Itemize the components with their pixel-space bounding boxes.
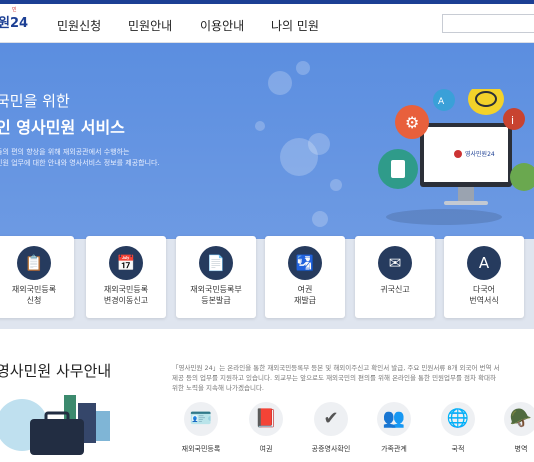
registration-form-icon: 📋 xyxy=(17,246,51,280)
hero-title-line1: 국민을 위한 xyxy=(0,92,70,110)
service-passport[interactable]: 📕 여권 xyxy=(242,402,290,460)
logo-number: 24 xyxy=(9,16,29,31)
decorative-bubble xyxy=(330,179,342,191)
header: 민 원24 민원신청 민원안내 이용안내 나의 민원 xyxy=(0,4,534,43)
service-label: 국적 xyxy=(451,445,465,453)
briefcase-icon xyxy=(30,419,84,455)
nav-my-applications[interactable]: 나의 민원 xyxy=(271,17,319,34)
translation-icon: A xyxy=(467,246,501,280)
service-label: 가족관계 xyxy=(381,445,407,453)
card-passport-reissue[interactable]: 🛂 여권 재발급 xyxy=(265,236,345,318)
service-military[interactable]: 🪖 병역 xyxy=(497,402,534,460)
passport-icon: 📕 xyxy=(249,402,283,436)
card-label: 재외국민등록부 등본발급 xyxy=(190,285,242,305)
nav-usage[interactable]: 이용안내 xyxy=(200,17,244,34)
hero-desc-line2: 민원 업무에 대한 안내와 영사서비스 정보를 제공합니다. xyxy=(0,159,160,167)
globe-icon: 🌐 xyxy=(441,402,475,436)
card-label: 여권 재발급 xyxy=(293,285,317,305)
monitor-base xyxy=(444,201,488,205)
hero-desc-line1: 들의 편의 향상을 위해 재외공관에서 수행하는 xyxy=(0,148,130,156)
hero-illustration: 영사민원24 ⚙ A i xyxy=(378,89,534,225)
card-label: 재외국민등록 변경이동신고 xyxy=(103,285,149,305)
service-label: 재외국민등록 xyxy=(181,445,221,453)
family-icon: 👥 xyxy=(377,402,411,436)
calendar-change-icon: 📅 xyxy=(109,246,143,280)
section-description: 「영사민원 24」는 온라인을 통한 재외국민등록부 등본 및 해외이주신고 확… xyxy=(172,363,534,393)
service-label: 여권 xyxy=(259,445,273,453)
section-desc-line2: 제공 등의 업무를 지원하고 있습니다. 외교부는 앞으로도 재외국민의 편의를… xyxy=(172,374,497,382)
decorative-bubble xyxy=(312,211,328,227)
svg-text:i: i xyxy=(511,114,514,127)
service-label: 병역 xyxy=(514,445,528,453)
card-translation-forms[interactable]: A 다국어 번역서식 xyxy=(444,236,524,318)
hero-banner: 국민을 위한 인 영사민원 서비스 들의 편의 향상을 위해 재외공관에서 수행… xyxy=(0,43,534,239)
card-label: 귀국신고 xyxy=(380,285,410,294)
decorative-bubble xyxy=(308,133,330,155)
id-card-icon: 🪪 xyxy=(184,402,218,436)
search-input[interactable] xyxy=(442,14,534,33)
verified-badge-icon: ✔ xyxy=(314,402,348,436)
section-desc-line1: 「영사민원 24」는 온라인을 통한 재외국민등록부 등본 및 해외이주신고 확… xyxy=(172,364,500,372)
monitor-shadow xyxy=(386,209,502,225)
return-report-icon: ✉ xyxy=(378,246,412,280)
site-logo[interactable]: 민 원24 xyxy=(0,7,29,31)
svg-text:A: A xyxy=(438,97,445,107)
nav-guide[interactable]: 민원안내 xyxy=(128,17,172,34)
service-notarization[interactable]: ✔ 공증영사확인 xyxy=(307,402,355,460)
service-label: 공증영사확인 xyxy=(311,445,351,453)
building-shape xyxy=(96,411,110,441)
section-title: 영사민원 사무안내 xyxy=(0,362,112,380)
card-registry-certificate[interactable]: 📄 재외국민등록부 등본발급 xyxy=(176,236,256,318)
decorative-bubble xyxy=(268,71,292,95)
globe-badge-icon xyxy=(510,163,534,191)
monitor-stand xyxy=(458,187,474,201)
hero-title-line2: 인 영사민원 서비스 xyxy=(0,118,125,137)
service-overseas-registration[interactable]: 🪪 재외국민등록 xyxy=(177,402,225,460)
card-overseas-registration[interactable]: 📋 재외국민등록 신청 xyxy=(0,236,74,318)
card-return-report[interactable]: ✉ 귀국신고 xyxy=(355,236,435,318)
decorative-bubble xyxy=(255,121,265,131)
hero-description: 들의 편의 향상을 위해 재외공관에서 수행하는 민원 업무에 대한 안내와 영… xyxy=(0,147,160,169)
certificate-icon: 📄 xyxy=(199,246,233,280)
logo-small-text: 민 xyxy=(12,7,17,13)
card-label: 다국어 번역서식 xyxy=(469,285,499,305)
section-desc-line3: 위한 노력을 지속해 나가겠습니다. xyxy=(172,384,264,392)
service-family-relations[interactable]: 👥 가족관계 xyxy=(370,402,418,460)
card-registration-change[interactable]: 📅 재외국민등록 변경이동신고 xyxy=(86,236,166,318)
soldier-icon: 🪖 xyxy=(504,402,534,436)
service-nationality[interactable]: 🌐 국적 xyxy=(434,402,482,460)
nav-apply[interactable]: 민원신청 xyxy=(57,17,101,34)
card-label: 재외국민등록 신청 xyxy=(11,285,57,305)
passport-icon: 🛂 xyxy=(288,246,322,280)
logo-mark-icon xyxy=(454,150,462,158)
decorative-bubble xyxy=(296,61,310,75)
logo-text: 원 xyxy=(0,16,10,31)
office-illustration xyxy=(0,395,110,455)
svg-text:⚙: ⚙ xyxy=(405,113,419,132)
monitor-label: 영사민원24 xyxy=(465,150,495,158)
